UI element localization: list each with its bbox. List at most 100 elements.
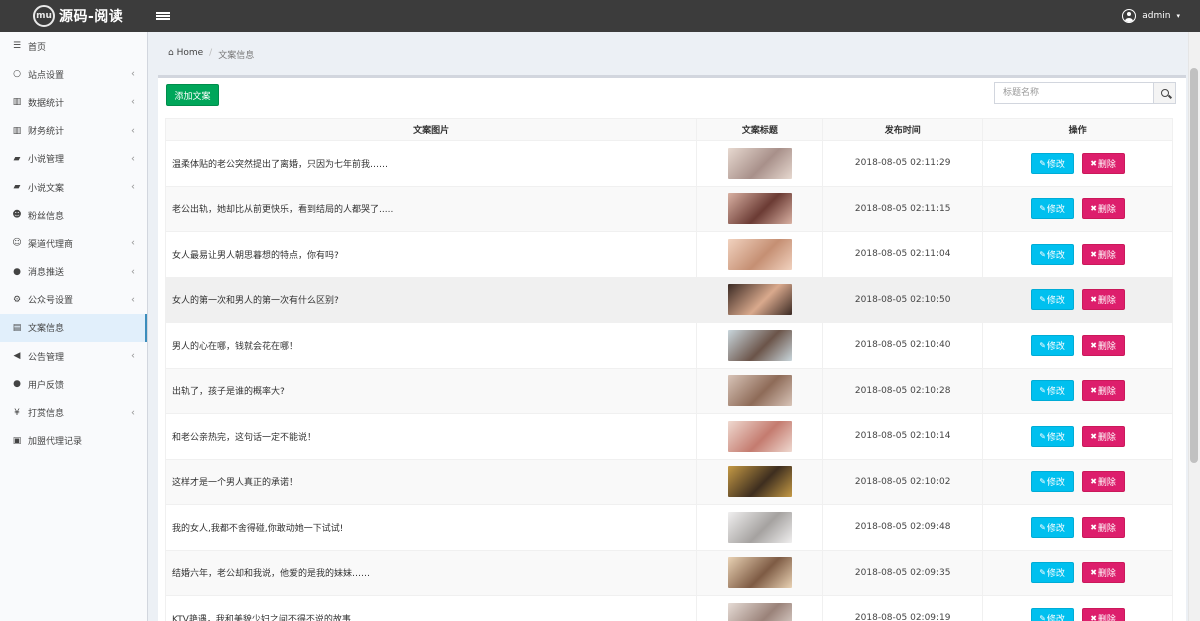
edit-button[interactable]: ✎ 修改	[1030, 334, 1074, 356]
row-thumbnail[interactable]	[727, 238, 792, 270]
edit-button[interactable]: ✎ 修改	[1030, 289, 1074, 311]
book-icon: ▰	[13, 182, 21, 193]
sidebar-item-2[interactable]: ▥ 数据统计 ‹	[0, 88, 147, 116]
row-actions: ✎ 修改 ✖ 删除	[982, 413, 1173, 460]
sidebar-item-6[interactable]: ☻ 粉丝信息	[0, 201, 147, 229]
delete-label: 删除	[1097, 205, 1116, 216]
sidebar-item-3[interactable]: ▥ 财务统计 ‹	[0, 117, 147, 145]
sidebar-item-label: 公告管理	[28, 352, 65, 363]
row-title: 男人的心在哪，钱就会花在哪！	[164, 322, 698, 369]
edit-button[interactable]: ✎ 修改	[1030, 607, 1074, 621]
sidebar-item-label: 数据统计	[28, 98, 65, 109]
book-icon: ▰	[13, 153, 21, 164]
table-row: 女人的第一次和男人的第一次有什么区别? 2018-08-05 02:10:50 ✎ 修…	[164, 276, 1173, 323]
search-icon	[1160, 89, 1169, 97]
delete-label: 删除	[1097, 296, 1116, 307]
delete-button[interactable]: ✖ 删除	[1081, 243, 1125, 265]
comment-icon: ●	[13, 379, 21, 390]
row-thumbnail[interactable]	[727, 557, 792, 589]
chevron-left-icon: ‹	[131, 407, 135, 419]
edit-button[interactable]: ✎ 修改	[1030, 380, 1074, 402]
row-title: 结婚六年，老公却和我说，他爱的是我的妹妹……	[164, 549, 698, 596]
user-menu[interactable]: admin ▾	[1122, 0, 1180, 32]
row-thumbnail[interactable]	[727, 284, 792, 316]
dashboard-icon: ☰	[12, 41, 22, 52]
sidebar-item-14[interactable]: ▣ 加盟代理记录	[0, 427, 147, 455]
delete-label: 删除	[1097, 523, 1116, 534]
breadcrumb-home[interactable]: ⌂ Home	[168, 48, 203, 61]
row-thumbnail[interactable]	[727, 329, 792, 361]
delete-button[interactable]: ✖ 删除	[1081, 607, 1125, 621]
row-thumbnail[interactable]	[727, 193, 792, 225]
delete-button[interactable]: ✖ 删除	[1081, 334, 1125, 356]
sidebar-item-0[interactable]: ☰ 首页	[0, 32, 147, 60]
add-copy-button[interactable]: 添加文案	[166, 84, 219, 106]
delete-label: 删除	[1097, 569, 1116, 580]
delete-button[interactable]: ✖ 删除	[1081, 152, 1125, 174]
edit-button[interactable]: ✎ 修改	[1030, 152, 1074, 174]
sidebar-item-9[interactable]: ⚙ 公众号设置 ‹	[0, 286, 147, 314]
scrollbar-thumb[interactable]	[1190, 68, 1198, 463]
row-thumbnail[interactable]	[727, 511, 792, 543]
row-actions: ✎ 修改 ✖ 删除	[982, 322, 1173, 369]
sidebar-item-label: 站点设置	[28, 70, 65, 81]
edit-button[interactable]: ✎ 修改	[1030, 243, 1074, 265]
delete-button[interactable]: ✖ 删除	[1081, 516, 1125, 538]
edit-button[interactable]: ✎ 修改	[1030, 471, 1074, 493]
table-row: 和老公亲热完，这句话一定不能说！ 2018-08-05 02:10:14 ✎ 修改 ✖ 删…	[164, 413, 1173, 460]
delete-button[interactable]: ✖ 删除	[1081, 289, 1125, 311]
row-actions: ✎ 修改 ✖ 删除	[982, 140, 1173, 187]
sidebar-item-label: 加盟代理记录	[28, 437, 83, 448]
circle-icon: ○	[13, 69, 21, 80]
edit-button[interactable]: ✎ 修改	[1030, 562, 1074, 584]
search-input[interactable]	[994, 82, 1154, 104]
sidebar-item-11[interactable]: ◀ 公告管理 ‹	[0, 342, 147, 370]
chevron-left-icon: ‹	[131, 96, 135, 108]
row-image-cell	[696, 140, 824, 187]
sidebar-item-12[interactable]: ● 用户反馈	[0, 370, 147, 398]
sidebar-item-5[interactable]: ▰ 小说文案 ‹	[0, 173, 147, 201]
edit-button[interactable]: ✎ 修改	[1030, 198, 1074, 220]
col-header-time: 发布时间	[822, 118, 984, 141]
delete-button[interactable]: ✖ 删除	[1081, 562, 1125, 584]
row-image-cell	[696, 504, 824, 551]
row-thumbnail[interactable]	[727, 375, 792, 407]
user-name: admin	[1142, 11, 1171, 21]
row-thumbnail[interactable]	[727, 466, 792, 498]
row-time: 2018-08-05 02:10:02	[822, 458, 984, 505]
delete-button[interactable]: ✖ 删除	[1081, 425, 1125, 447]
sidebar-item-8[interactable]: ● 消息推送 ‹	[0, 258, 147, 286]
row-thumbnail[interactable]	[727, 420, 792, 452]
col-header-ops: 操作	[982, 118, 1173, 141]
row-time: 2018-08-05 02:10:28	[822, 367, 984, 414]
delete-button[interactable]: ✖ 删除	[1081, 380, 1125, 402]
delete-button[interactable]: ✖ 删除	[1081, 198, 1125, 220]
sidebar-item-10[interactable]: ▤ 文案信息	[0, 313, 147, 343]
row-thumbnail[interactable]	[727, 147, 792, 179]
delete-button[interactable]: ✖ 删除	[1081, 471, 1125, 493]
sidebar-item-4[interactable]: ▰ 小说管理 ‹	[0, 145, 147, 173]
row-title: 我的女人,我都不舍得碰,你敢动她一下试试!	[164, 504, 698, 551]
content-box: 添加文案 文案图片 文案标题 发布时间 操作 温柔体贴的老公突然提出了离婚，只因…	[158, 75, 1186, 621]
edit-button[interactable]: ✎ 修改	[1030, 425, 1074, 447]
page-scrollbar[interactable]	[1188, 32, 1200, 621]
sidebar-item-7[interactable]: ☺ 渠道代理商 ‹	[0, 229, 147, 257]
sidebar-item-label: 打赏信息	[28, 409, 65, 420]
close-icon: ✖	[1090, 477, 1097, 487]
search-button[interactable]	[1154, 82, 1176, 104]
sidebar-item-label: 小说文案	[28, 183, 65, 194]
app-logo[interactable]: mu 源码-阅读	[0, 0, 148, 32]
close-icon: ✖	[1090, 613, 1097, 621]
row-image-cell	[696, 276, 824, 323]
close-icon: ✖	[1090, 522, 1097, 532]
row-thumbnail[interactable]	[727, 602, 792, 621]
table-row: 老公出轨，她却比从前更快乐，看到结局的人都哭了..... 2018-08-05 0…	[164, 185, 1173, 232]
bar-chart-icon: ▥	[12, 97, 22, 108]
table-header-row: 文案图片 文案标题 发布时间 操作	[164, 118, 1173, 141]
sidebar-toggle-icon[interactable]	[156, 10, 170, 22]
row-image-cell	[696, 231, 824, 278]
sidebar-item-1[interactable]: ○ 站点设置 ‹	[0, 60, 147, 88]
row-title: 和老公亲热完，这句话一定不能说！	[164, 413, 698, 460]
sidebar-item-13[interactable]: ¥ 打赏信息 ‹	[0, 398, 147, 426]
edit-button[interactable]: ✎ 修改	[1030, 516, 1074, 538]
